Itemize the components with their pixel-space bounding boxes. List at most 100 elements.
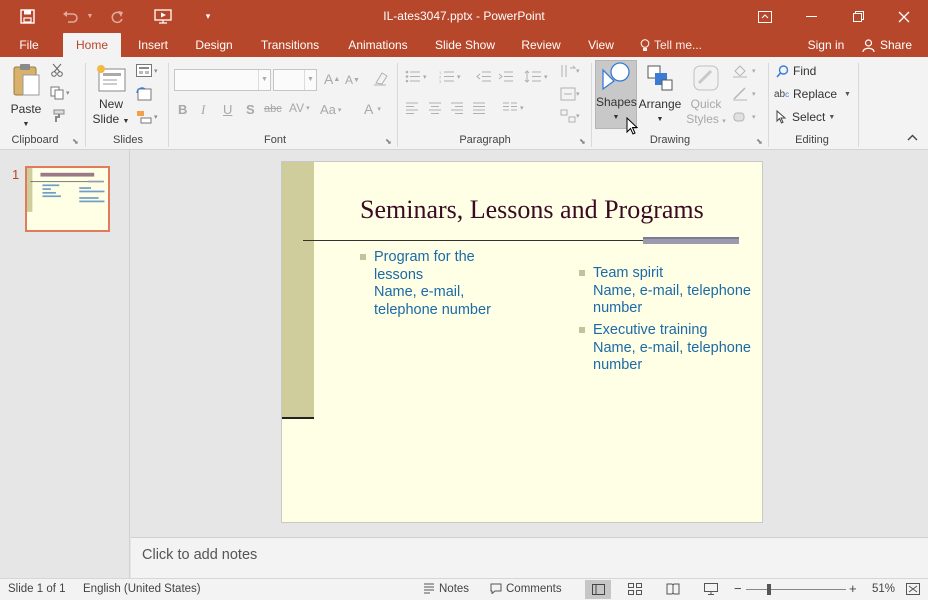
new-slide-button[interactable]: New Slide ▼ (90, 63, 132, 133)
minimize-icon[interactable] (788, 0, 834, 33)
align-text-icon[interactable]: ▾ (560, 87, 580, 101)
tab-view[interactable]: View (580, 33, 622, 57)
slide-thumbnail[interactable] (25, 166, 110, 232)
change-case-button[interactable]: Aa ▾ (320, 102, 341, 117)
tab-transitions[interactable]: Transitions (252, 33, 328, 57)
increase-indent-icon[interactable] (498, 70, 514, 83)
arrange-button[interactable]: Arrange ▼ (638, 63, 682, 133)
replace-dropdown-icon: ▼ (844, 90, 851, 98)
tab-home[interactable]: Home (63, 33, 121, 57)
zoom-out-button[interactable]: − (734, 581, 742, 596)
font-color-button[interactable]: A ▾ (364, 101, 381, 117)
normal-view-button[interactable] (585, 580, 611, 599)
restore-icon[interactable] (835, 0, 881, 33)
find-button[interactable]: Find (776, 64, 816, 78)
sign-in-link[interactable]: Sign in (800, 33, 852, 57)
character-spacing-icon[interactable]: AV ▾ (289, 101, 310, 115)
slide-show-button[interactable] (704, 583, 718, 598)
cut-icon[interactable] (50, 63, 64, 77)
reset-icon[interactable] (136, 87, 152, 101)
group-separator (768, 63, 769, 147)
drawing-launcher-icon[interactable]: ⬊ (756, 137, 763, 146)
justify-icon[interactable] (472, 102, 486, 114)
zoom-in-button[interactable]: + (849, 581, 857, 596)
layout-icon[interactable]: ▾ (136, 64, 158, 77)
left-bullet[interactable]: Program for the lessons Name, e-mail, te… (360, 249, 491, 319)
quick-styles-button[interactable]: Quick Styles ▾ (684, 63, 728, 133)
align-left-icon[interactable] (405, 102, 419, 114)
lightbulb-icon (640, 38, 650, 51)
select-button[interactable]: Select ▼ (776, 110, 835, 124)
bullets-icon[interactable]: ▾ (405, 70, 427, 83)
tab-insert[interactable]: Insert (130, 33, 176, 57)
language-indicator[interactable]: English (United States) (83, 583, 201, 595)
decrease-indent-icon[interactable] (476, 70, 492, 83)
notes-icon (424, 583, 434, 594)
underline-button[interactable]: U (223, 102, 232, 117)
comments-toggle-button[interactable]: Comments (490, 583, 562, 595)
comments-label: Comments (506, 583, 562, 595)
numbering-icon[interactable]: 1 2 3 ▾ (439, 70, 461, 83)
quick-styles-icon (693, 65, 719, 91)
tab-file[interactable]: File (9, 33, 49, 57)
columns-icon[interactable]: ▾ (502, 102, 524, 114)
reading-view-button[interactable] (666, 583, 680, 598)
clipboard-group-label: Clipboard (11, 134, 59, 146)
select-dropdown-icon: ▼ (828, 113, 836, 121)
slide-sorter-button[interactable] (628, 583, 642, 598)
clipboard-launcher-icon[interactable]: ⬊ (72, 137, 79, 146)
right-bullet-2[interactable]: Executive training Name, e-mail, telepho… (579, 322, 751, 375)
close-icon[interactable] (881, 0, 927, 33)
line-spacing-icon[interactable]: ▾ (524, 70, 548, 83)
copy-icon[interactable]: ▾ (50, 86, 70, 100)
italic-button[interactable]: I (201, 102, 205, 118)
shadow-button[interactable]: S (246, 102, 255, 117)
smartart-icon[interactable]: ▾ (560, 109, 580, 123)
right-bullet-1[interactable]: Team spirit Name, e-mail, telephone numb… (579, 265, 751, 318)
slide-canvas[interactable]: Seminars, Lessons and Programs Program f… (281, 161, 763, 523)
chevron-down-icon: ▼ (258, 70, 270, 90)
zoom-slider-thumb[interactable] (767, 584, 771, 595)
text-direction-icon[interactable]: ▾ (560, 64, 580, 78)
grow-font-icon[interactable]: A ▲ (324, 71, 340, 87)
shape-outline-icon[interactable]: ▾ (732, 87, 756, 101)
quick-styles-label-2: Styles ▾ (686, 112, 726, 126)
notes-toggle-button[interactable]: Notes (423, 583, 469, 595)
clear-formatting-icon[interactable] (373, 71, 389, 86)
tell-me-box[interactable]: Tell me... (640, 33, 714, 57)
ribbon-display-options-icon[interactable] (742, 0, 788, 33)
share-button[interactable]: Share (858, 33, 918, 57)
bullet-line: number (593, 357, 643, 373)
fit-to-window-button[interactable] (906, 583, 920, 598)
slide-decor-bar-line (282, 417, 314, 419)
shape-fill-icon[interactable]: ▾ (732, 64, 756, 78)
section-icon[interactable]: ▾ (136, 110, 158, 124)
tab-review[interactable]: Review (514, 33, 568, 57)
zoom-level[interactable]: 51% (872, 583, 895, 595)
bold-button[interactable]: B (178, 102, 187, 117)
chevron-down-icon: ▼ (304, 70, 316, 90)
zoom-slider[interactable] (746, 589, 846, 590)
font-name-combo[interactable]: ▼ (174, 69, 271, 91)
shape-effects-icon[interactable]: ▾ (732, 110, 756, 124)
tab-slide-show[interactable]: Slide Show (428, 33, 502, 57)
format-painter-icon[interactable] (50, 109, 66, 123)
font-size-combo[interactable]: ▼ (273, 69, 317, 91)
shrink-font-icon[interactable]: A ▼ (345, 73, 360, 87)
align-center-icon[interactable] (428, 102, 442, 114)
paragraph-launcher-icon[interactable]: ⬊ (579, 137, 586, 146)
bullet-line: Team spirit (593, 265, 664, 281)
tab-design[interactable]: Design (188, 33, 240, 57)
slide-title[interactable]: Seminars, Lessons and Programs (360, 195, 704, 225)
notes-placeholder[interactable]: Click to add notes (142, 547, 257, 563)
font-launcher-icon[interactable]: ⬊ (385, 137, 392, 146)
fit-window-icon (906, 583, 920, 595)
collapse-ribbon-icon[interactable] (907, 134, 918, 141)
replace-button[interactable]: abc Replace ▼ (774, 87, 851, 101)
tell-me-text: Tell me... (654, 38, 703, 52)
align-right-icon[interactable] (450, 102, 464, 114)
tab-animations[interactable]: Animations (340, 33, 416, 57)
notes-pane[interactable]: Click to add notes (131, 537, 928, 578)
paste-button[interactable]: Paste ▼ (7, 63, 45, 133)
strikethrough-button[interactable]: abc (264, 103, 282, 115)
